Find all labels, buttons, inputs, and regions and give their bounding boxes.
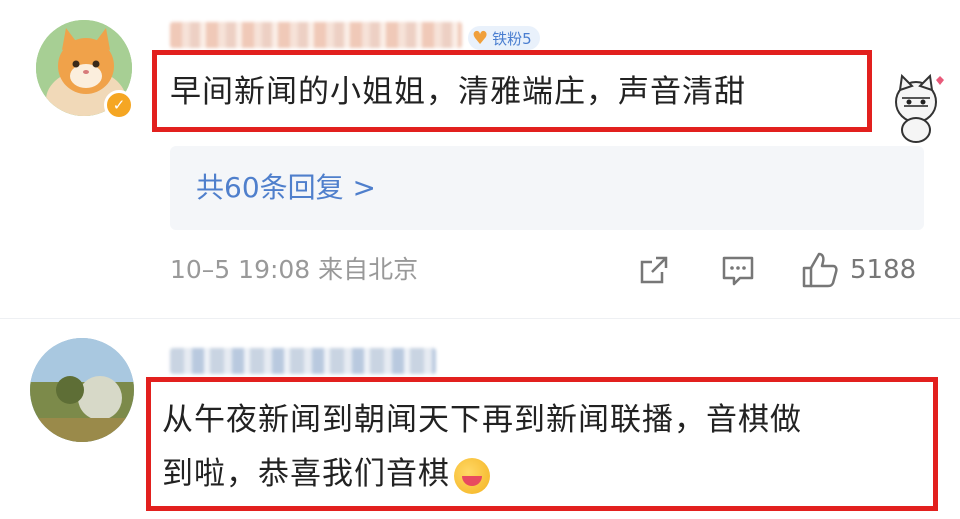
comment-button[interactable] xyxy=(720,250,756,290)
comment-meta-time-location: 10–5 19:08 来自北京 xyxy=(170,255,419,284)
comment-text: 早间新闻的小姐姐，清雅端庄，声音清甜 xyxy=(170,74,746,110)
share-button[interactable] xyxy=(636,250,672,290)
like-count: 5188 xyxy=(850,255,917,285)
comment-text-line1: 从午夜新闻到朝闻天下再到新闻联播，音棋做 xyxy=(162,402,802,438)
view-replies-link[interactable]: 共60条回复 > xyxy=(196,166,376,210)
comment-text-line2-content: 到啦，恭喜我们音棋 xyxy=(162,456,450,492)
comment-text-line2: 到啦，恭喜我们音棋 xyxy=(162,448,490,500)
username-blurred[interactable] xyxy=(170,22,462,48)
like-button[interactable]: 5188 xyxy=(800,250,916,290)
verified-badge-icon: ✓ xyxy=(104,90,134,120)
blowing-kiss-emoji-icon xyxy=(454,457,490,494)
share-icon xyxy=(640,256,668,284)
user-avatar-landscape[interactable] xyxy=(30,338,134,442)
thumbs-up-icon xyxy=(802,252,838,288)
cat-sticker-icon xyxy=(895,73,944,143)
username-blurred[interactable] xyxy=(170,348,436,374)
fan-level-label: 铁粉5 xyxy=(492,29,532,48)
landscape-avatar-image xyxy=(30,338,134,442)
comment-divider xyxy=(0,318,960,319)
fan-level-badge: ♥ 铁粉5 xyxy=(468,26,540,50)
heart-badge-icon: ♥ xyxy=(472,27,489,49)
comment-icon xyxy=(722,256,754,286)
